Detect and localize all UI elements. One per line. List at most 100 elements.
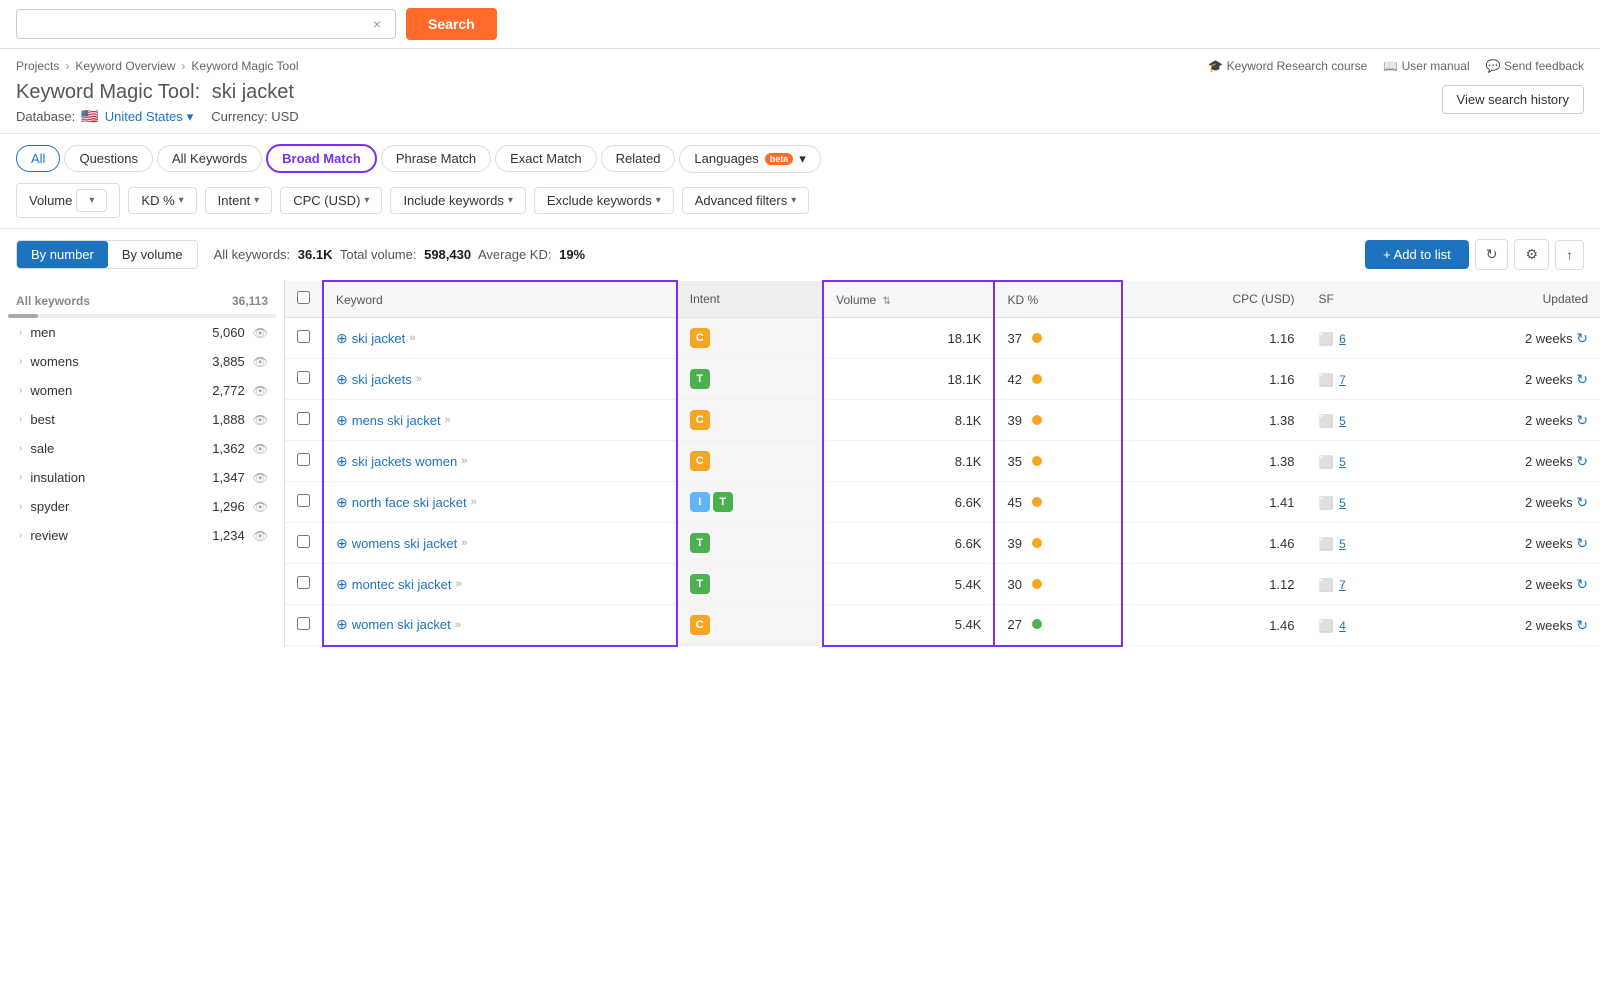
sf-value[interactable]: 4 bbox=[1339, 619, 1346, 633]
tab-languages[interactable]: Languages beta ▾ bbox=[679, 145, 820, 173]
user-manual-link[interactable]: 📖 User manual bbox=[1383, 59, 1469, 73]
by-volume-button[interactable]: By volume bbox=[108, 241, 197, 268]
cpc-cell: 1.38 bbox=[1122, 400, 1307, 441]
keyword-arrows-icon: » bbox=[445, 414, 451, 426]
clear-icon[interactable]: × bbox=[373, 16, 381, 32]
sf-value[interactable]: 6 bbox=[1339, 332, 1346, 346]
add-keyword-icon[interactable]: ⊕ bbox=[336, 453, 348, 470]
add-keyword-icon[interactable]: ⊕ bbox=[336, 412, 348, 429]
row-checkbox[interactable] bbox=[297, 494, 310, 507]
refresh-row-icon[interactable]: ↻ bbox=[1576, 412, 1588, 428]
updated-cell: 2 weeks ↻ bbox=[1415, 564, 1600, 605]
refresh-button[interactable]: ↻ bbox=[1475, 239, 1509, 270]
refresh-row-icon[interactable]: ↻ bbox=[1576, 371, 1588, 387]
filter-row: Volume ▾ KD % ▾ Intent ▾ CPC (USD) ▾ Inc… bbox=[0, 173, 1600, 228]
row-checkbox[interactable] bbox=[297, 330, 310, 343]
refresh-row-icon[interactable]: ↻ bbox=[1576, 494, 1588, 510]
volume-cell: 5.4K bbox=[823, 564, 994, 605]
filter-volume[interactable]: Volume ▾ bbox=[16, 183, 120, 218]
row-checkbox[interactable] bbox=[297, 617, 310, 630]
sidebar-item-best[interactable]: › best 1,888 👁 bbox=[0, 405, 284, 434]
kd-cell: 30 bbox=[994, 564, 1121, 605]
filter-exclude[interactable]: Exclude keywords ▾ bbox=[534, 187, 674, 214]
add-keyword-icon[interactable]: ⊕ bbox=[336, 371, 348, 388]
advanced-chevron-icon: ▾ bbox=[791, 195, 796, 206]
breadcrumb-projects[interactable]: Projects bbox=[16, 59, 59, 73]
keyword-link[interactable]: ⊕ women ski jacket » bbox=[336, 616, 664, 633]
filter-cpc[interactable]: CPC (USD) ▾ bbox=[280, 187, 382, 214]
search-input-wrap[interactable]: ski jacket × bbox=[16, 9, 396, 39]
tab-broad-match[interactable]: Broad Match bbox=[266, 144, 377, 173]
add-keyword-icon[interactable]: ⊕ bbox=[336, 576, 348, 593]
by-number-button[interactable]: By number bbox=[17, 241, 108, 268]
tab-exact-match[interactable]: Exact Match bbox=[495, 145, 597, 172]
sidebar: All keywords 36,113 › men 5,060 👁 › wome… bbox=[0, 280, 285, 647]
row-checkbox[interactable] bbox=[297, 576, 310, 589]
kd-column-header: KD % bbox=[994, 281, 1121, 318]
sf-cell: ⬜ 7 bbox=[1307, 359, 1416, 400]
refresh-row-icon[interactable]: ↻ bbox=[1576, 330, 1588, 346]
database-selector[interactable]: United States ▾ bbox=[105, 109, 194, 125]
sidebar-item-women[interactable]: › women 2,772 👁 bbox=[0, 376, 284, 405]
keyword-link[interactable]: ⊕ womens ski jacket » bbox=[336, 535, 664, 552]
sf-value[interactable]: 5 bbox=[1339, 496, 1346, 510]
breadcrumb-overview[interactable]: Keyword Overview bbox=[75, 59, 175, 73]
keyword-link[interactable]: ⊕ mens ski jacket » bbox=[336, 412, 664, 429]
sidebar-item-insulation[interactable]: › insulation 1,347 👁 bbox=[0, 463, 284, 492]
row-checkbox[interactable] bbox=[297, 453, 310, 466]
breadcrumb-tool[interactable]: Keyword Magic Tool bbox=[191, 59, 298, 73]
row-checkbox[interactable] bbox=[297, 535, 310, 548]
add-to-list-button[interactable]: + Add to list bbox=[1365, 240, 1469, 269]
tab-related[interactable]: Related bbox=[601, 145, 676, 172]
kd-cell: 39 bbox=[994, 400, 1121, 441]
tab-all[interactable]: All bbox=[16, 145, 60, 172]
refresh-row-icon[interactable]: ↻ bbox=[1576, 535, 1588, 551]
search-button[interactable]: Search bbox=[406, 8, 497, 40]
refresh-row-icon[interactable]: ↻ bbox=[1576, 453, 1588, 469]
row-checkbox-cell bbox=[285, 482, 323, 523]
tab-all-keywords[interactable]: All Keywords bbox=[157, 145, 262, 172]
keyword-link[interactable]: ⊕ ski jacket » bbox=[336, 330, 664, 347]
refresh-row-icon[interactable]: ↻ bbox=[1576, 576, 1588, 592]
volume-column-header[interactable]: Volume ⇅ bbox=[823, 281, 994, 318]
kd-cell: 27 bbox=[994, 605, 1121, 646]
sidebar-item-spyder[interactable]: › spyder 1,296 👁 bbox=[0, 492, 284, 521]
export-button[interactable]: ↑ bbox=[1555, 240, 1584, 270]
keyword-course-link[interactable]: 🎓 Keyword Research course bbox=[1208, 59, 1367, 73]
view-history-button[interactable]: View search history bbox=[1442, 85, 1584, 114]
add-keyword-icon[interactable]: ⊕ bbox=[336, 535, 348, 552]
sf-value[interactable]: 7 bbox=[1339, 578, 1346, 592]
add-keyword-icon[interactable]: ⊕ bbox=[336, 330, 348, 347]
sf-value[interactable]: 5 bbox=[1339, 537, 1346, 551]
intent-cell: C bbox=[677, 441, 823, 482]
sidebar-item-men[interactable]: › men 5,060 👁 bbox=[0, 318, 284, 347]
sidebar-item-sale[interactable]: › sale 1,362 👁 bbox=[0, 434, 284, 463]
filter-include[interactable]: Include keywords ▾ bbox=[390, 187, 525, 214]
sf-value[interactable]: 5 bbox=[1339, 414, 1346, 428]
tab-questions[interactable]: Questions bbox=[64, 145, 153, 172]
keyword-arrows-icon: » bbox=[471, 496, 477, 508]
settings-button[interactable]: ⚙ bbox=[1514, 239, 1549, 270]
sf-value[interactable]: 7 bbox=[1339, 373, 1346, 387]
add-keyword-icon[interactable]: ⊕ bbox=[336, 616, 348, 633]
filter-kd[interactable]: KD % ▾ bbox=[128, 187, 196, 214]
refresh-row-icon[interactable]: ↻ bbox=[1576, 617, 1588, 633]
sidebar-item-womens[interactable]: › womens 3,885 👁 bbox=[0, 347, 284, 376]
keyword-link[interactable]: ⊕ north face ski jacket » bbox=[336, 494, 664, 511]
send-feedback-link[interactable]: 💬 Send feedback bbox=[1486, 59, 1584, 73]
keyword-link[interactable]: ⊕ montec ski jacket » bbox=[336, 576, 664, 593]
sort-icon: ⇅ bbox=[883, 296, 891, 307]
tab-phrase-match[interactable]: Phrase Match bbox=[381, 145, 491, 172]
search-input[interactable]: ski jacket bbox=[27, 16, 373, 32]
sidebar-item-review[interactable]: › review 1,234 👁 bbox=[0, 521, 284, 550]
table-row: ⊕ ski jacket » C 18.1K 37 1.16 ⬜ 6 bbox=[285, 318, 1600, 359]
filter-intent[interactable]: Intent ▾ bbox=[205, 187, 273, 214]
keyword-link[interactable]: ⊕ ski jackets » bbox=[336, 371, 664, 388]
row-checkbox[interactable] bbox=[297, 371, 310, 384]
sf-value[interactable]: 5 bbox=[1339, 455, 1346, 469]
select-all-checkbox[interactable] bbox=[297, 291, 310, 304]
row-checkbox[interactable] bbox=[297, 412, 310, 425]
keyword-link[interactable]: ⊕ ski jackets women » bbox=[336, 453, 664, 470]
add-keyword-icon[interactable]: ⊕ bbox=[336, 494, 348, 511]
filter-advanced[interactable]: Advanced filters ▾ bbox=[682, 187, 810, 214]
